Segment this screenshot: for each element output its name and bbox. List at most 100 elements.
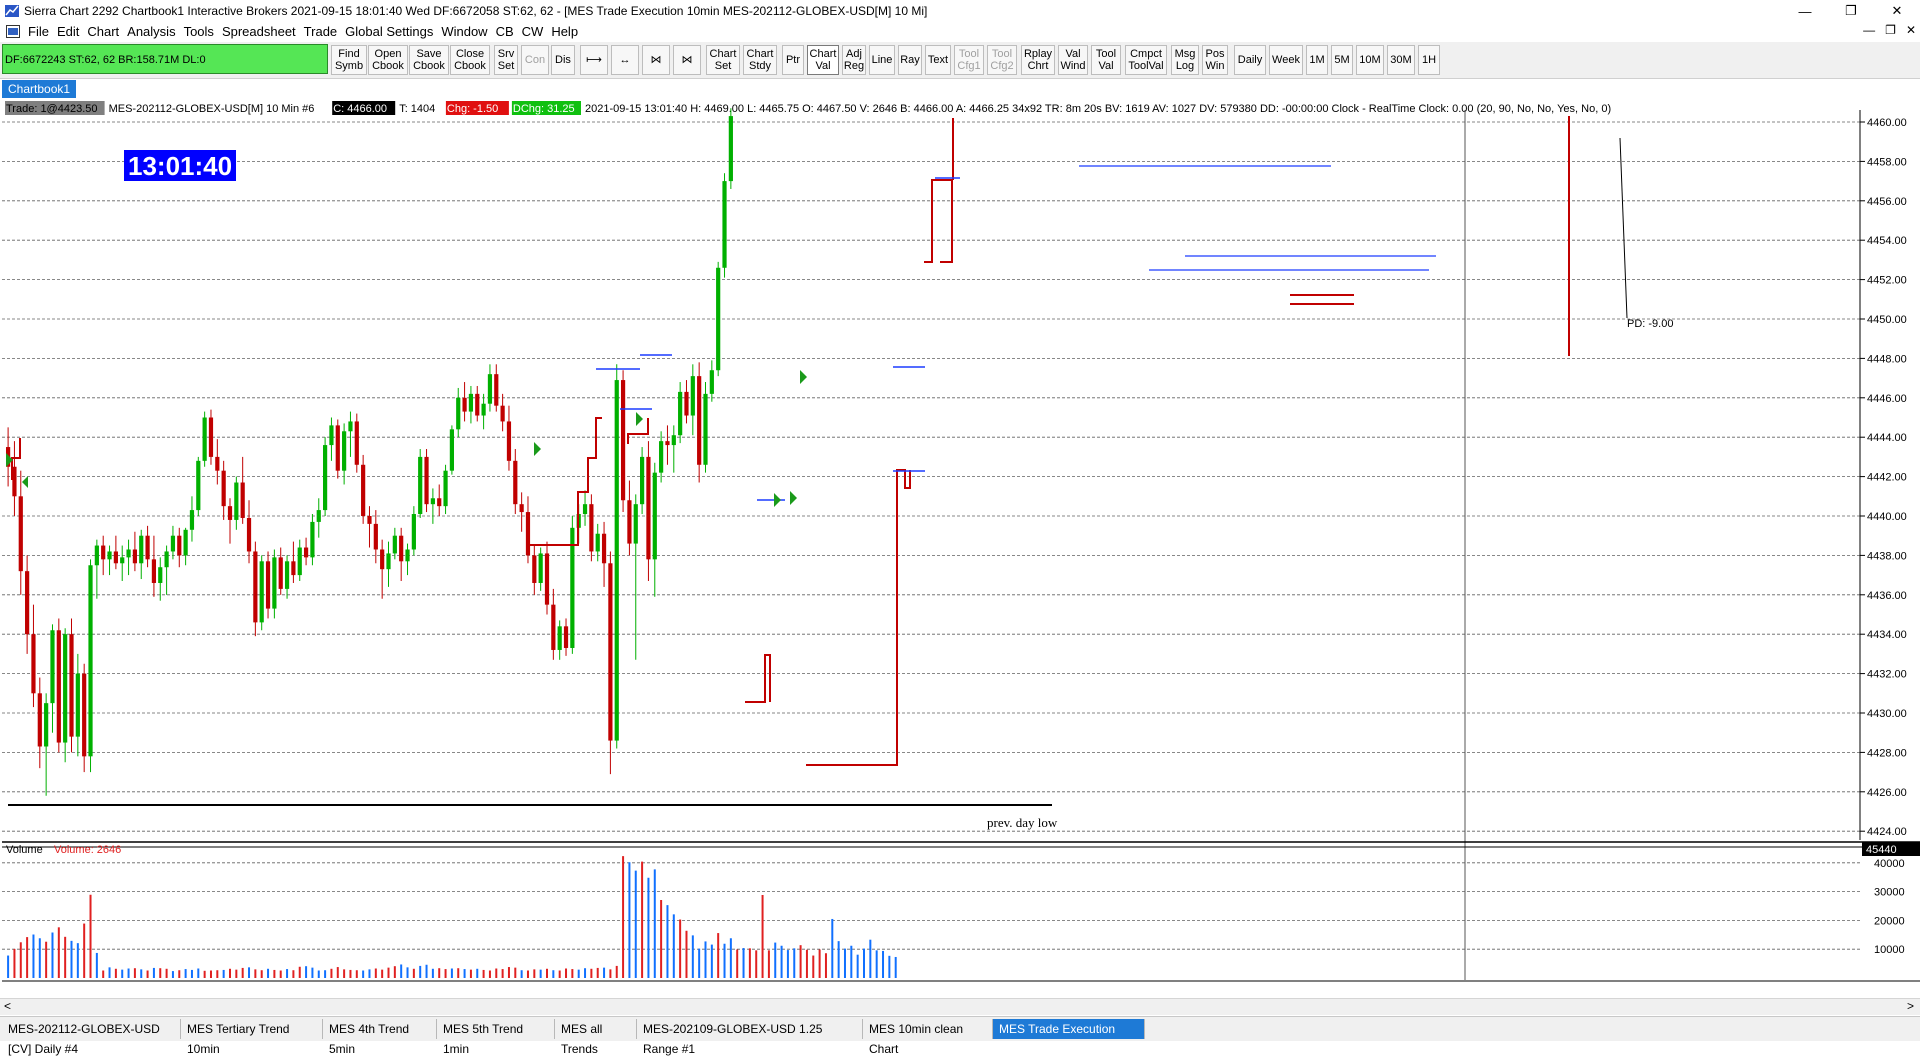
- toolbar-button-chart-val[interactable]: Chart Val: [807, 45, 839, 75]
- toolbar-button-ray[interactable]: Ray: [898, 45, 922, 75]
- candle-body: [94, 545, 99, 566]
- chart-tab[interactable]: MES all Trends: [555, 1019, 637, 1056]
- toolbar-button-1m[interactable]: 1M: [1306, 45, 1328, 75]
- toolbar-button-tool-cfg1[interactable]: Tool Cfg1: [954, 45, 984, 75]
- minimize-button[interactable]: —: [1782, 0, 1828, 22]
- candle-body: [189, 510, 195, 530]
- menu-window[interactable]: Window: [441, 24, 495, 40]
- toolbar-tool-icon-7[interactable]: ⟼: [580, 45, 608, 75]
- toolbar-button-open-cbook[interactable]: Open Cbook: [368, 45, 408, 75]
- candle-body: [335, 425, 340, 471]
- toolbar-button-week[interactable]: Week: [1269, 45, 1303, 75]
- toolbar-button-chart-set[interactable]: Chart Set: [706, 45, 740, 75]
- toolbar-button-cmpct-toolval[interactable]: Cmpct ToolVal: [1125, 45, 1167, 75]
- chart-tab[interactable]: MES-202112-GLOBEX-USD [CV] Daily #4: [2, 1019, 181, 1056]
- toolbar-button-1h[interactable]: 1H: [1418, 45, 1440, 75]
- menu-edit[interactable]: Edit: [57, 24, 87, 40]
- chart-tab[interactable]: MES 4th Trend 5min: [323, 1019, 437, 1056]
- mdi-restore-button[interactable]: ❐: [1885, 23, 1896, 37]
- toolbar-button-find-symb[interactable]: Find Symb: [331, 45, 367, 75]
- toolbar-button-msg-log[interactable]: Msg Log: [1171, 45, 1199, 75]
- candle-body: [703, 393, 708, 465]
- candle-body: [183, 529, 188, 556]
- chart-header-text: MES-202112-GLOBEX-USD[M] 10 Min #6: [109, 103, 315, 115]
- menu-tools[interactable]: Tools: [184, 24, 222, 40]
- candle-body: [506, 421, 512, 461]
- chartbook-tab[interactable]: Chartbook1: [2, 80, 77, 98]
- chart-header-text: 2021-09-15 13:01:40 H: 4469.00 L: 4465.7…: [585, 103, 1611, 115]
- restore-button[interactable]: ❐: [1828, 0, 1874, 22]
- price-chart[interactable]: Trade: 1@4423.50 MES-202112-GLOBEX-USD[M]…: [0, 98, 1920, 997]
- candle-body: [646, 456, 651, 560]
- mdi-close-button[interactable]: ✕: [1906, 23, 1916, 37]
- price-axis-label: 4452.00: [1867, 275, 1907, 287]
- menu-trade[interactable]: Trade: [304, 24, 345, 40]
- candle-body: [494, 374, 499, 406]
- toolbar-button-line[interactable]: Line: [869, 45, 895, 75]
- connection-status-box: DF:6672243 ST:62, 62 BR:158.71M DL:0: [2, 44, 328, 74]
- price-distance-line: [1619, 137, 1628, 319]
- chart-tab[interactable]: MES 5th Trend 1min: [437, 1019, 555, 1056]
- toolbar-button-text[interactable]: Text: [925, 45, 951, 75]
- candle-body: [532, 555, 537, 583]
- toolbar-button-tool-val[interactable]: Tool Val: [1091, 45, 1121, 75]
- chart-tab[interactable]: MES 10min clean Chart: [863, 1019, 993, 1056]
- toolbar-button-close-cbook[interactable]: Close Cbook: [450, 45, 490, 75]
- scroll-right-arrow[interactable]: >: [1907, 999, 1914, 1013]
- chart-area[interactable]: Trade: 1@4423.50 MES-202112-GLOBEX-USD[M]…: [0, 98, 1920, 997]
- chart-tab[interactable]: MES Tertiary Trend 10min: [181, 1019, 323, 1056]
- candle-body: [614, 380, 619, 741]
- toolbar-button-chart-stdy[interactable]: Chart Stdy: [743, 45, 777, 75]
- toolbar-button-5m[interactable]: 5M: [1331, 45, 1353, 75]
- volume-axis-label: 10000: [1874, 944, 1905, 956]
- menu-file[interactable]: File: [28, 24, 57, 40]
- chart-window-icon[interactable]: [6, 25, 20, 38]
- menu-spreadsheet[interactable]: Spreadsheet: [222, 24, 304, 40]
- toolbar-button-30m[interactable]: 30M: [1387, 45, 1415, 75]
- close-button[interactable]: ✕: [1874, 0, 1920, 22]
- candle-body: [601, 533, 607, 564]
- menu-help[interactable]: Help: [551, 24, 586, 40]
- toolbar-button-pos-win[interactable]: Pos Win: [1202, 45, 1228, 75]
- candle-body: [227, 506, 233, 520]
- candle-body: [297, 547, 302, 576]
- menu-cw[interactable]: CW: [522, 24, 552, 40]
- price-axis-label: 4442.00: [1867, 472, 1907, 484]
- toolbar-tool-icon-9[interactable]: ⋈: [642, 45, 670, 75]
- scroll-left-arrow[interactable]: <: [4, 999, 11, 1013]
- menu-analysis[interactable]: Analysis: [127, 24, 183, 40]
- toolbar-button-val-wind[interactable]: Val Wind: [1058, 45, 1088, 75]
- toolbar-button-srv-set[interactable]: Srv Set: [494, 45, 518, 75]
- price-axis-label: 4430.00: [1867, 708, 1907, 720]
- candle-body: [208, 417, 214, 457]
- candle-body: [709, 370, 714, 394]
- candle-body: [132, 549, 137, 564]
- toolbar-button-ptr[interactable]: Ptr: [782, 45, 804, 75]
- menu-global-settings[interactable]: Global Settings: [345, 24, 441, 40]
- mdi-minimize-button[interactable]: —: [1863, 23, 1875, 37]
- chart-tab[interactable]: MES Trade Execution 10min: [993, 1019, 1145, 1056]
- candle-body: [665, 441, 670, 446]
- toolbar-tool-icon-8[interactable]: ↔: [611, 45, 639, 75]
- menu-cb[interactable]: CB: [496, 24, 522, 40]
- toolbar-button-tool-cfg2[interactable]: Tool Cfg2: [987, 45, 1017, 75]
- price-axis-label: 4440.00: [1867, 511, 1907, 523]
- toolbar-button-daily[interactable]: Daily: [1234, 45, 1266, 75]
- price-axis-label: 4428.00: [1867, 747, 1907, 759]
- toolbar-button-save-cbook[interactable]: Save Cbook: [409, 45, 449, 75]
- price-axis-label: 4444.00: [1867, 432, 1907, 444]
- menu-chart[interactable]: Chart: [87, 24, 127, 40]
- candle-body: [716, 267, 721, 371]
- toolbar-button-10m[interactable]: 10M: [1356, 45, 1384, 75]
- toolbar-button-rplay-chrt[interactable]: Rplay Chrt: [1021, 45, 1055, 75]
- chart-tab[interactable]: MES-202109-GLOBEX-USD 1.25 Range #1: [637, 1019, 863, 1056]
- horizontal-scrollbar[interactable]: < >: [0, 998, 1920, 1015]
- candle-body: [69, 634, 74, 737]
- toolbar-button-con[interactable]: Con: [521, 45, 549, 75]
- toolbar-tool-icon-10[interactable]: ⋈: [673, 45, 701, 75]
- candle-body: [386, 553, 391, 570]
- candle-body: [31, 634, 36, 694]
- chart-header-text: DChg: 31.25: [513, 103, 575, 115]
- toolbar-button-adj-reg[interactable]: Adj Reg: [842, 45, 866, 75]
- toolbar-button-dis[interactable]: Dis: [551, 45, 575, 75]
